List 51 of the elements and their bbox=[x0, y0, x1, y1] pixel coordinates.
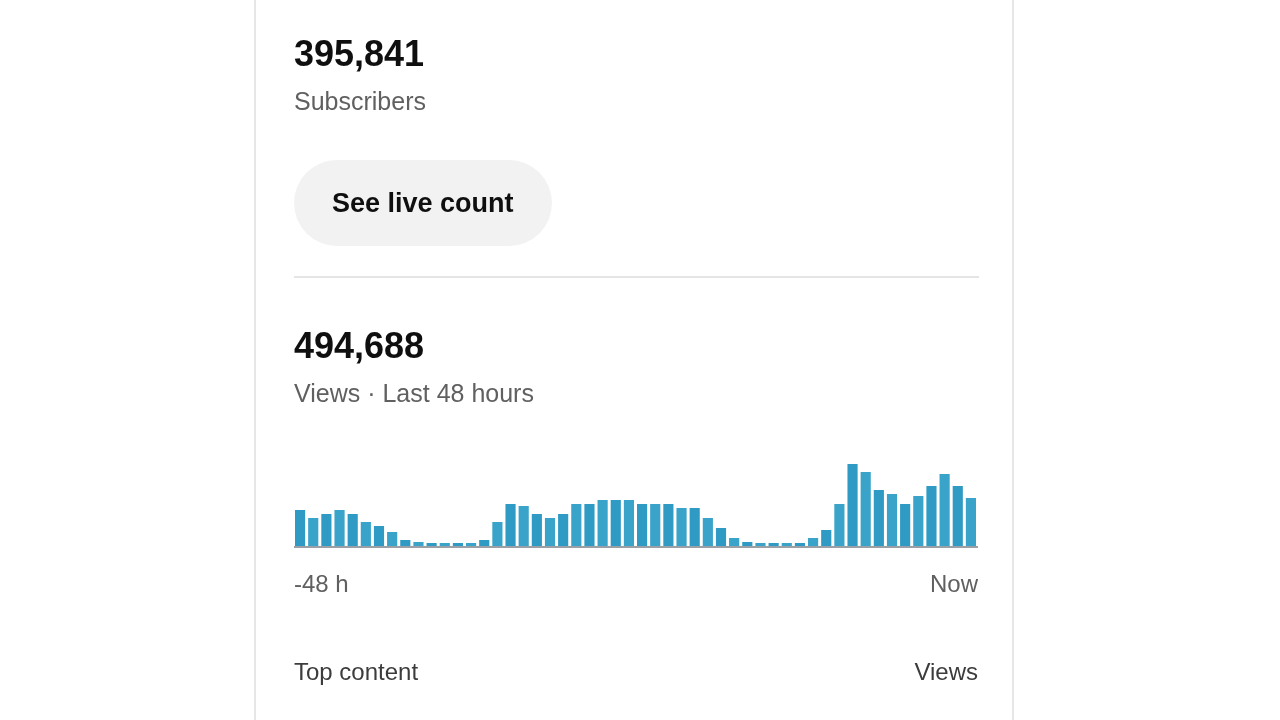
axis-start-label: -48 h bbox=[294, 570, 349, 598]
views-period-label: Views · Last 48 hours bbox=[294, 378, 535, 408]
chart-bar bbox=[689, 508, 700, 546]
chart-bar bbox=[808, 538, 819, 546]
chart-bar bbox=[347, 514, 358, 546]
chart-bar bbox=[834, 504, 845, 546]
chart-bar bbox=[597, 500, 608, 546]
chart-bar bbox=[623, 500, 634, 546]
views-column-header: Views bbox=[914, 658, 978, 686]
axis-end-label: Now bbox=[930, 570, 978, 598]
chart-bar bbox=[676, 508, 687, 546]
subscriber-count: 395,841 bbox=[294, 32, 426, 76]
chart-bar bbox=[531, 514, 542, 546]
chart-bar bbox=[965, 498, 976, 546]
chart-bar bbox=[544, 518, 556, 546]
see-live-count-button[interactable]: See live count bbox=[294, 160, 552, 246]
views-count: 494,688 bbox=[294, 324, 426, 368]
chart-bar bbox=[387, 532, 398, 546]
chart-bar bbox=[886, 494, 898, 546]
chart-bar bbox=[821, 530, 832, 546]
chart-bar bbox=[295, 510, 306, 546]
subscribers-label: Subscribers bbox=[294, 86, 427, 116]
chart-bar bbox=[373, 526, 385, 546]
chart-bar bbox=[308, 518, 319, 546]
chart-bar bbox=[321, 514, 332, 546]
chart-bar bbox=[571, 504, 582, 546]
chart-bar bbox=[702, 518, 713, 546]
chart-bar bbox=[413, 542, 424, 546]
chart-bar bbox=[492, 522, 503, 546]
chart-bar bbox=[360, 522, 371, 546]
chart-bar bbox=[558, 514, 569, 546]
chart-bar bbox=[742, 542, 753, 546]
chart-bar bbox=[505, 504, 516, 546]
chart-bar bbox=[926, 486, 937, 546]
top-content-heading: Top content bbox=[294, 658, 419, 686]
chart-bar bbox=[334, 510, 345, 546]
chart-bar bbox=[650, 504, 661, 546]
chart-bar bbox=[873, 490, 884, 546]
chart-bar bbox=[939, 474, 950, 546]
chart-bar bbox=[913, 496, 924, 546]
chart-bar bbox=[663, 504, 674, 546]
chart-bar bbox=[952, 486, 963, 546]
chart-bar bbox=[518, 506, 529, 546]
chart-bar bbox=[715, 528, 727, 546]
chart-bar bbox=[400, 540, 411, 546]
chart-bar bbox=[729, 538, 740, 546]
chart-bar bbox=[479, 540, 490, 546]
chart-bar bbox=[610, 500, 621, 546]
chart-bar bbox=[584, 504, 595, 546]
chart-bar bbox=[637, 504, 648, 546]
chart-bar bbox=[900, 504, 911, 546]
